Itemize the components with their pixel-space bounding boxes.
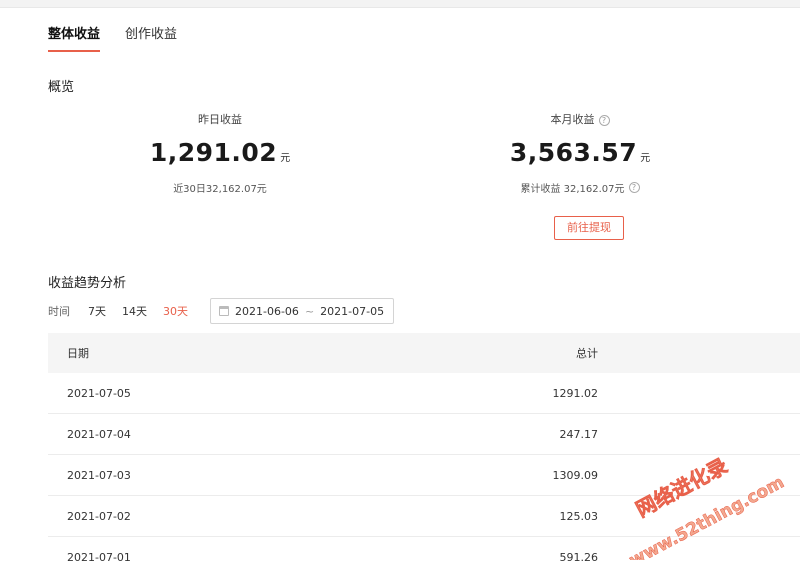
date-end: 2021-07-05 [320, 304, 385, 318]
date-start: 2021-06-06 [235, 304, 299, 318]
range-30-days[interactable]: 30天 [163, 303, 188, 319]
date-separator: ~ [304, 304, 315, 318]
row-date: 2021-07-01 [67, 550, 131, 564]
overview-title: 概览 [48, 80, 75, 95]
column-header-total[interactable]: 总计 [328, 345, 598, 361]
top-bar [0, 0, 800, 8]
row-date: 2021-07-03 [67, 468, 131, 482]
help-icon[interactable]: ? [598, 114, 610, 126]
help-icon[interactable]: ? [628, 182, 640, 193]
month-revenue-unit: 元 [640, 153, 651, 164]
revenue-tabs: 整体收益 创作收益 [48, 26, 202, 52]
yesterday-revenue-value-row: 1,291.02 元 [130, 138, 310, 168]
table-row: 2021-07-04 247.17 [48, 414, 800, 455]
table-row: 2021-07-03 1309.09 [48, 455, 800, 496]
trend-analysis-title: 收益趋势分析 [48, 276, 127, 291]
table-header: 日期 总计 [48, 333, 800, 373]
month-revenue-value-row: 3,563.57 元 [490, 138, 670, 168]
yesterday-revenue-label: 昨日收益 [130, 112, 310, 128]
last-30-days-revenue: 近30日32,162.07元 [130, 180, 310, 195]
withdraw-button[interactable]: 前往提现 [554, 216, 624, 240]
row-total: 1291.02 [552, 386, 599, 400]
cumulative-revenue-text: 累计收益 32,162.07元 [520, 184, 625, 195]
month-revenue-label-text: 本月收益 [550, 113, 595, 126]
table-row: 2021-07-05 1291.02 [48, 373, 800, 414]
month-revenue-value: 3,563.57 [509, 138, 638, 167]
month-revenue-label: 本月收益 ? [490, 112, 670, 128]
row-total: 125.03 [559, 509, 599, 523]
cumulative-revenue: 累计收益 32,162.07元 ? [490, 180, 670, 195]
tab-creation-revenue[interactable]: 创作收益 [125, 26, 177, 52]
range-7-days[interactable]: 7天 [88, 303, 106, 319]
month-revenue-card: 本月收益 ? 3,563.57 元 累计收益 32,162.07元 ? [490, 112, 670, 195]
time-label: 时间 [48, 305, 70, 318]
date-range-picker[interactable]: 2021-06-06 ~ 2021-07-05 [210, 298, 394, 324]
row-total: 1309.09 [552, 468, 599, 482]
range-14-days[interactable]: 14天 [122, 303, 147, 319]
tab-overall-revenue[interactable]: 整体收益 [48, 26, 101, 52]
row-date: 2021-07-02 [67, 509, 131, 523]
last-30-days-revenue-text: 近30日32,162.07元 [173, 184, 267, 195]
row-date: 2021-07-05 [67, 386, 131, 400]
revenue-table: 日期 总计 2021-07-05 1291.02 2021-07-04 247.… [48, 333, 800, 576]
calendar-icon [219, 306, 229, 316]
yesterday-revenue-card: 昨日收益 1,291.02 元 近30日32,162.07元 [130, 112, 310, 195]
column-header-date[interactable]: 日期 [48, 345, 328, 361]
table-row: 2021-07-01 591.26 [48, 537, 800, 576]
row-total: 247.17 [559, 427, 599, 441]
time-filter: 时间 7天 14天 30天 2021-06-06 ~ 2021-07-05 [48, 298, 394, 324]
yesterday-revenue-value: 1,291.02 [149, 138, 278, 167]
yesterday-revenue-label-text: 昨日收益 [198, 113, 242, 126]
row-date: 2021-07-04 [67, 427, 131, 441]
table-row: 2021-07-02 125.03 [48, 496, 800, 537]
row-total: 591.26 [559, 550, 599, 564]
yesterday-revenue-unit: 元 [280, 153, 291, 164]
